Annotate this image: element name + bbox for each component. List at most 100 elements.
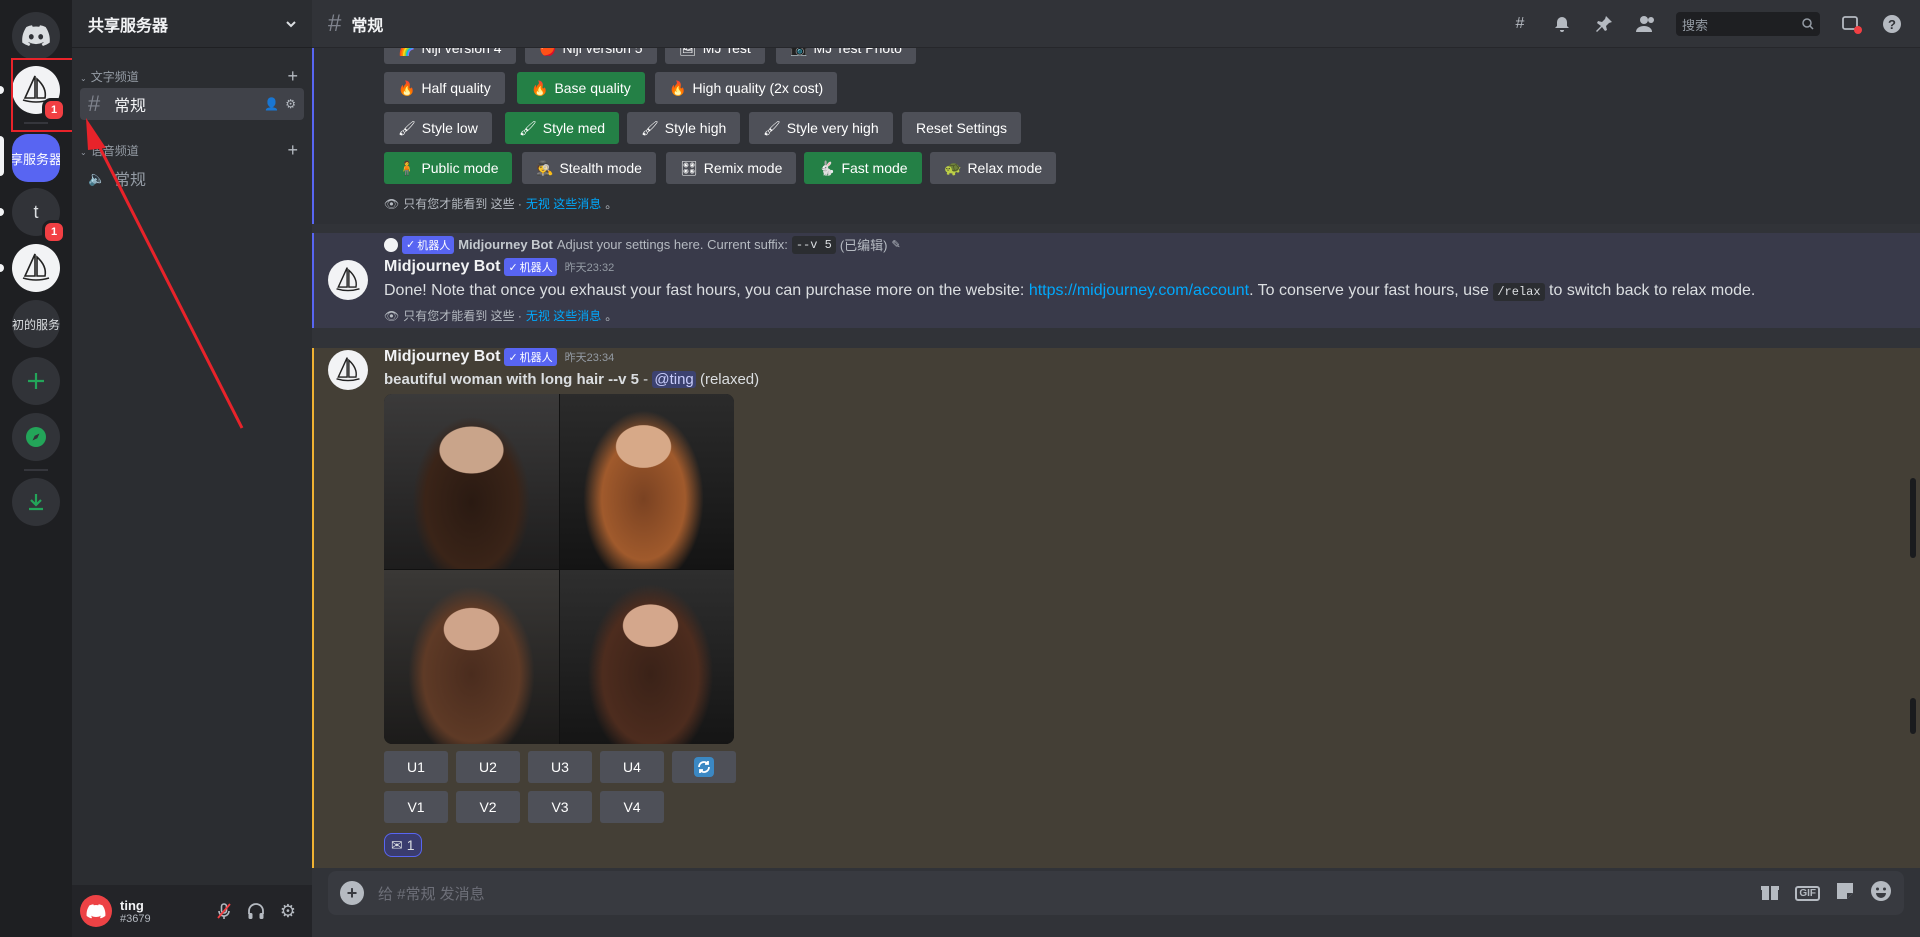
picture-icon: 🖼 [679, 48, 697, 57]
upscale-2-button[interactable]: U2 [456, 751, 520, 783]
attach-plus-icon[interactable]: + [340, 881, 364, 905]
button-label: Style high [664, 120, 727, 136]
avatar[interactable] [328, 350, 368, 390]
server-fifth[interactable]: 初的服务 [12, 300, 60, 348]
search-input[interactable]: 搜索 [1676, 12, 1820, 36]
user-mention[interactable]: @ting [652, 371, 696, 388]
half-quality-button[interactable]: 🔥 Half quality [384, 72, 505, 104]
camera-icon: 📷 [790, 48, 807, 57]
bot-tag-label: 机器人 [417, 239, 451, 252]
apple-icon: 🍎 [539, 48, 556, 57]
turtle-icon: 🐢 [944, 159, 962, 176]
invite-icon[interactable]: 👤 [264, 97, 279, 111]
upscale-4-button[interactable]: U4 [600, 751, 664, 783]
message-composer[interactable]: + 给 #常规 发消息 GIF [328, 871, 1904, 915]
search-icon [1802, 18, 1814, 30]
svg-text:?: ? [1888, 17, 1896, 32]
server-shared[interactable]: 享服务器 [12, 134, 60, 182]
button-label: Base quality [554, 80, 631, 96]
niji-5-button[interactable]: 🍎 Niji version 5 [525, 48, 657, 64]
deafen-button[interactable] [240, 895, 272, 927]
server-header[interactable]: 共享服务器 [72, 0, 312, 48]
explore-servers-button[interactable] [12, 413, 60, 461]
emoji-icon[interactable] [1870, 880, 1892, 907]
bell-icon[interactable] [1550, 12, 1574, 36]
reset-settings-button[interactable]: Reset Settings [902, 112, 1022, 144]
hash-icon: # [88, 91, 101, 116]
mute-button[interactable] [208, 895, 240, 927]
variation-4-button[interactable]: V4 [600, 791, 664, 823]
voice-channel-general[interactable]: 🔈 常规 [80, 162, 304, 194]
category-text[interactable]: ⌄ 文字频道 + [80, 66, 304, 87]
brush-icon: 🖌 [519, 119, 537, 136]
image-grid[interactable] [384, 394, 734, 744]
variation-3-button[interactable]: V3 [528, 791, 592, 823]
variation-1-button[interactable]: V1 [384, 791, 448, 823]
sticker-icon[interactable] [1834, 880, 1856, 907]
fast-mode-button[interactable]: 🐇 Fast mode [804, 152, 922, 184]
message-content: Done! Note that once you exhaust your fa… [384, 282, 1755, 301]
high-quality-button[interactable]: 🔥 High quality (2x cost) [655, 72, 838, 104]
chevron-down-icon: ⌄ [80, 74, 87, 83]
style-med-button[interactable]: 🖌 Style med [505, 112, 620, 144]
upscale-1-button[interactable]: U1 [384, 751, 448, 783]
member-list-icon[interactable] [1634, 12, 1658, 36]
category-voice[interactable]: ⌄ 语音频道 + [80, 140, 304, 161]
reply-author: Midjourney Bot [458, 237, 553, 252]
channel-general[interactable]: # 常规 👤 ⚙ [80, 88, 304, 120]
gear-icon[interactable]: ⚙ [285, 97, 296, 111]
remix-mode-button[interactable]: 🎛 Remix mode [666, 152, 797, 184]
generated-image-3[interactable] [384, 569, 559, 744]
style-low-button[interactable]: 🖌 Style low [384, 112, 492, 144]
base-quality-button[interactable]: 🔥 Base quality [517, 72, 645, 104]
inbox-icon[interactable] [1838, 12, 1862, 36]
chevron-down-icon [286, 20, 296, 27]
author-name[interactable]: Midjourney Bot [384, 348, 500, 366]
avatar[interactable] [328, 260, 368, 300]
reply-preview[interactable]: ✓ 机器人 Midjourney Bot Adjust your setting… [384, 235, 901, 254]
dismiss-link[interactable]: 无视 这些消息 [526, 307, 601, 324]
mj-test-button[interactable]: 🖼 MJ Test [665, 48, 765, 64]
discord-home-button[interactable] [12, 12, 60, 60]
add-channel-icon[interactable]: + [287, 66, 298, 87]
generated-image-1[interactable] [384, 394, 559, 569]
user-settings-button[interactable]: ⚙ [272, 895, 304, 927]
dismiss-link[interactable]: 无视 这些消息 [526, 195, 601, 212]
relax-mode-button[interactable]: 🐢 Relax mode [930, 152, 1057, 184]
avatar[interactable] [80, 895, 112, 927]
account-link[interactable]: https://midjourney.com/account [1029, 282, 1249, 299]
scrollbar-thumb[interactable] [1910, 478, 1916, 558]
selected-pill [0, 136, 4, 176]
gift-icon[interactable] [1759, 880, 1781, 907]
ephemeral-tail: 。 [605, 309, 618, 323]
gif-button[interactable]: GIF [1795, 885, 1820, 901]
reaction-envelope[interactable]: ✉ 1 [384, 833, 422, 857]
help-icon[interactable]: ? [1880, 12, 1904, 36]
public-mode-button[interactable]: 🧍 Public mode [384, 152, 513, 184]
generated-image-4[interactable] [559, 569, 734, 744]
style-high-button[interactable]: 🖌 Style high [627, 112, 741, 144]
server-t-label: t [33, 201, 39, 222]
stealth-mode-button[interactable]: 🕵 Stealth mode [522, 152, 656, 184]
download-apps-button[interactable] [12, 478, 60, 526]
user-panel: ting #3679 ⚙ [72, 885, 312, 937]
style-very-high-button[interactable]: 🖌 Style very high [749, 112, 893, 144]
author-name[interactable]: Midjourney Bot [384, 258, 500, 276]
mode-text: (relaxed) [695, 371, 760, 388]
server-midjourney-2[interactable] [12, 244, 60, 292]
add-channel-icon[interactable]: + [287, 140, 298, 161]
pencil-icon: ✎ [891, 239, 901, 251]
niji-4-button[interactable]: 🌈 Niji version 4 [384, 48, 516, 64]
add-server-button[interactable] [12, 357, 60, 405]
reroll-button[interactable] [672, 751, 736, 783]
rail-divider [24, 122, 48, 124]
user-info[interactable]: ting #3679 [120, 898, 208, 925]
scrollbar-thumb[interactable] [1910, 698, 1916, 734]
generated-image-2[interactable] [559, 394, 734, 569]
upscale-3-button[interactable]: U3 [528, 751, 592, 783]
threads-icon[interactable]: # [1508, 12, 1532, 36]
mj-test-photo-button[interactable]: 📷 MJ Test Photo [776, 48, 916, 64]
variation-2-button[interactable]: V2 [456, 791, 520, 823]
pin-icon[interactable] [1592, 12, 1616, 36]
button-label: Fast mode [841, 160, 908, 176]
